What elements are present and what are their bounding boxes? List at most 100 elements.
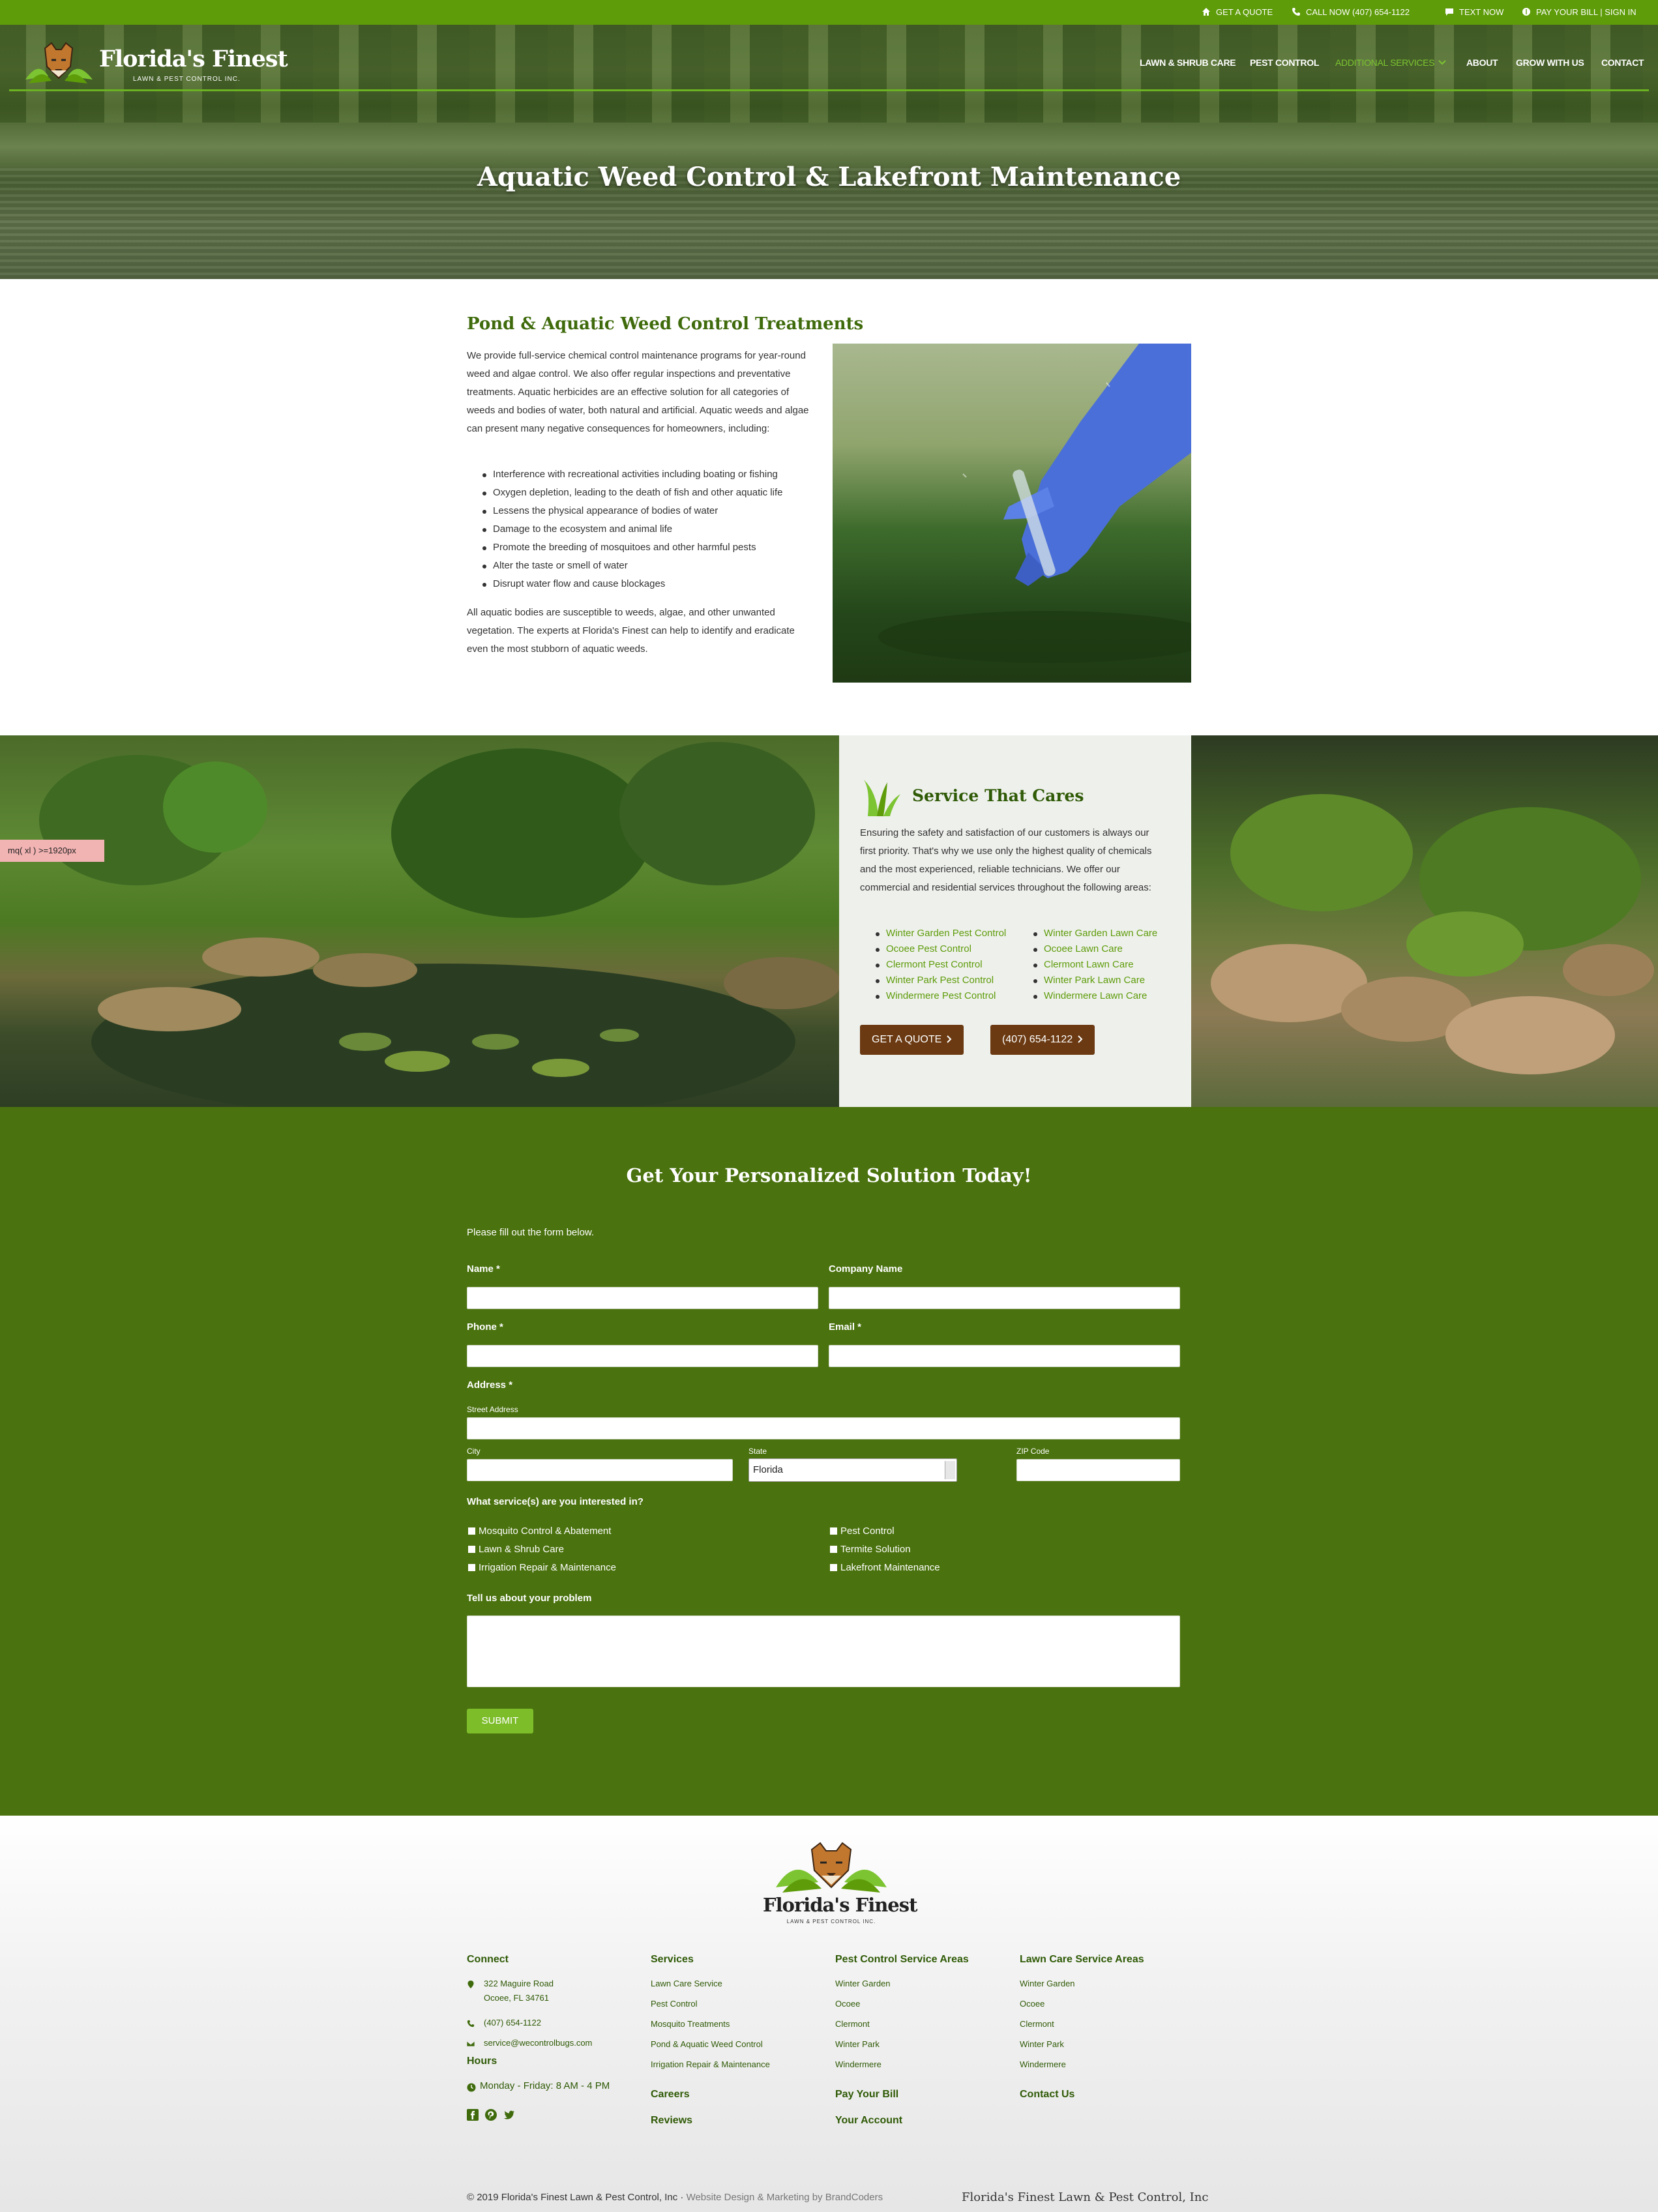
phone-label: Phone * <box>467 1321 503 1333</box>
garden-pond-photo <box>0 735 839 1107</box>
lawn-area-links: Winter Garden Lawn Care Ocoee Lawn Care … <box>1033 926 1157 1004</box>
service-band: Service That Cares Ensuring the safety a… <box>0 735 1658 1107</box>
footer-careers-link[interactable]: Careers <box>651 2089 690 2101</box>
call-phone-button[interactable]: (407) 654-1122 <box>990 1025 1095 1055</box>
area-link[interactable]: Winter Garden Pest Control <box>876 926 1006 941</box>
footer-phone-link[interactable]: (407) 654-1122 <box>484 2018 541 2028</box>
topbar-get-quote-link[interactable]: GET A QUOTE <box>1202 0 1273 25</box>
area-link[interactable]: Clermont Pest Control <box>876 957 1006 973</box>
service-checkbox[interactable]: Pest Control <box>830 1526 895 1537</box>
footer-reviews-link[interactable]: Reviews <box>651 2115 692 2127</box>
topbar-call-now-link[interactable]: CALL NOW (407) 654-1122 <box>1292 0 1410 25</box>
area-link[interactable]: Winter Garden Lawn Care <box>1033 926 1157 941</box>
footer-pest-area-link[interactable]: Winter Garden <box>835 1979 891 1988</box>
footer-pay-bill-link[interactable]: Pay Your Bill <box>835 2089 898 2101</box>
footer-service-link[interactable]: Irrigation Repair & Maintenance <box>651 2059 770 2069</box>
nav-grow-with-us[interactable]: GROW WITH US <box>1516 57 1584 68</box>
nav-about[interactable]: ABOUT <box>1466 57 1498 68</box>
area-link[interactable]: Winter Park Pest Control <box>876 973 1006 988</box>
nav-lawn-shrub-care[interactable]: LAWN & SHRUB CARE <box>1140 57 1236 68</box>
state-select[interactable]: Florida <box>748 1458 957 1482</box>
gloved-hand-illustration <box>878 344 1191 663</box>
checkbox[interactable] <box>468 1564 475 1571</box>
footer-lawn-area-link[interactable]: Winter Garden <box>1020 1979 1075 1988</box>
phone-icon <box>1292 8 1300 16</box>
phone-field[interactable] <box>467 1345 818 1367</box>
footer-lawn-area-link[interactable]: Clermont <box>1020 2019 1054 2029</box>
footer-lawn-area-link[interactable]: Windermere <box>1020 2059 1066 2069</box>
company-field[interactable] <box>829 1287 1180 1309</box>
zip-field[interactable] <box>1016 1459 1180 1481</box>
state-label: State <box>748 1447 767 1456</box>
footer-pest-area-link[interactable]: Clermont <box>835 2019 870 2029</box>
footer-services-heading: Services <box>651 1954 694 1965</box>
footer-lawn-area-link[interactable]: Ocoee <box>1020 1999 1044 2009</box>
nav-pest-control[interactable]: PEST CONTROL <box>1250 57 1319 68</box>
agency-credit-link[interactable]: Website Design & Marketing by BrandCoder… <box>687 2192 883 2203</box>
service-checkbox[interactable]: Mosquito Control & Abatement <box>468 1526 611 1537</box>
footer-brand-tagline: LAWN & PEST CONTROL INC. <box>786 1919 876 1924</box>
consequences-list: Interference with recreational activitie… <box>482 465 848 593</box>
get-quote-button[interactable]: GET A QUOTE <box>860 1025 964 1055</box>
problem-textarea[interactable] <box>467 1615 1180 1687</box>
chevron-down-icon <box>945 1461 955 1479</box>
chevron-right-icon <box>1078 1035 1083 1043</box>
service-checkbox[interactable]: Termite Solution <box>830 1544 911 1555</box>
service-checkbox[interactable]: Lakefront Maintenance <box>830 1562 940 1573</box>
submit-button[interactable]: SUBMIT <box>467 1709 533 1733</box>
problem-label: Tell us about your problem <box>467 1593 592 1604</box>
top-utility-bar: GET A QUOTE CALL NOW (407) 654-1122 TEXT… <box>0 0 1658 25</box>
checkbox[interactable] <box>830 1527 837 1535</box>
street-address-field[interactable] <box>467 1417 1180 1439</box>
area-link[interactable]: Windermere Lawn Care <box>1033 988 1157 1004</box>
footer-pest-area-link[interactable]: Winter Park <box>835 2039 880 2049</box>
hero-banner: Florida's Finest LAWN & PEST CONTROL INC… <box>0 25 1658 279</box>
area-link[interactable]: Winter Park Lawn Care <box>1033 973 1157 988</box>
facebook-icon[interactable] <box>467 2109 479 2121</box>
checkbox[interactable] <box>830 1546 837 1553</box>
area-link[interactable]: Ocoee Pest Control <box>876 941 1006 957</box>
chevron-down-icon <box>1438 60 1446 65</box>
footer-hours: Monday - Friday: 8 AM - 4 PM <box>480 2080 610 2091</box>
area-link[interactable]: Clermont Lawn Care <box>1033 957 1157 973</box>
footer-service-link[interactable]: Lawn Care Service <box>651 1979 722 1988</box>
nav-additional-services[interactable]: ADDITIONAL SERVICES <box>1335 57 1446 68</box>
water-sample-photo <box>833 344 1191 683</box>
footer-connect-heading: Connect <box>467 1954 509 1965</box>
chat-icon <box>1445 8 1453 16</box>
checkbox[interactable] <box>468 1546 475 1553</box>
home-icon <box>1202 8 1210 16</box>
page-title: Aquatic Weed Control & Lakefront Mainten… <box>477 162 1181 192</box>
topbar-pay-bill-link[interactable]: PAY YOUR BILL | SIGN IN <box>1522 0 1636 25</box>
service-checkbox[interactable]: Lawn & Shrub Care <box>468 1544 564 1555</box>
footer-email-link[interactable]: service@wecontrolbugs.com <box>484 2038 592 2048</box>
footer-lawn-area-link[interactable]: Winter Park <box>1020 2039 1064 2049</box>
form-intro: Please fill out the form below. <box>467 1227 595 1238</box>
footer-logo[interactable]: Florida's Finest LAWN & PEST CONTROL INC… <box>763 1842 917 1926</box>
footer-account-link[interactable]: Your Account <box>835 2115 902 2127</box>
footer-pest-area-link[interactable]: Ocoee <box>835 1999 860 2009</box>
checkbox[interactable] <box>830 1564 837 1571</box>
email-label: Email * <box>829 1321 862 1333</box>
twitter-icon[interactable] <box>503 2109 515 2121</box>
email-field[interactable] <box>829 1345 1180 1367</box>
area-link[interactable]: Windermere Pest Control <box>876 988 1006 1004</box>
footer-contact-link[interactable]: Contact Us <box>1020 2089 1074 2101</box>
city-field[interactable] <box>467 1459 733 1481</box>
topbar-text-now-link[interactable]: TEXT NOW <box>1445 0 1503 25</box>
address-label: Address * <box>467 1379 513 1391</box>
footer-service-link[interactable]: Mosquito Treatments <box>651 2019 730 2029</box>
city-label: City <box>467 1447 481 1456</box>
debug-breakpoint-badge: mq( xl ) >=1920px <box>0 840 104 862</box>
footer-pest-area-link[interactable]: Windermere <box>835 2059 881 2069</box>
area-link[interactable]: Ocoee Lawn Care <box>1033 941 1157 957</box>
footer-service-link[interactable]: Pond & Aquatic Weed Control <box>651 2039 763 2049</box>
closing-paragraph: All aquatic bodies are susceptible to we… <box>467 607 795 655</box>
footer-service-link[interactable]: Pest Control <box>651 1999 698 2009</box>
nav-contact[interactable]: CONTACT <box>1601 57 1644 68</box>
pest-area-links: Winter Garden Pest Control Ocoee Pest Co… <box>876 926 1006 1004</box>
name-field[interactable] <box>467 1287 818 1309</box>
service-checkbox[interactable]: Irrigation Repair & Maintenance <box>468 1562 616 1573</box>
checkbox[interactable] <box>468 1527 475 1535</box>
pinterest-icon[interactable] <box>485 2109 497 2121</box>
